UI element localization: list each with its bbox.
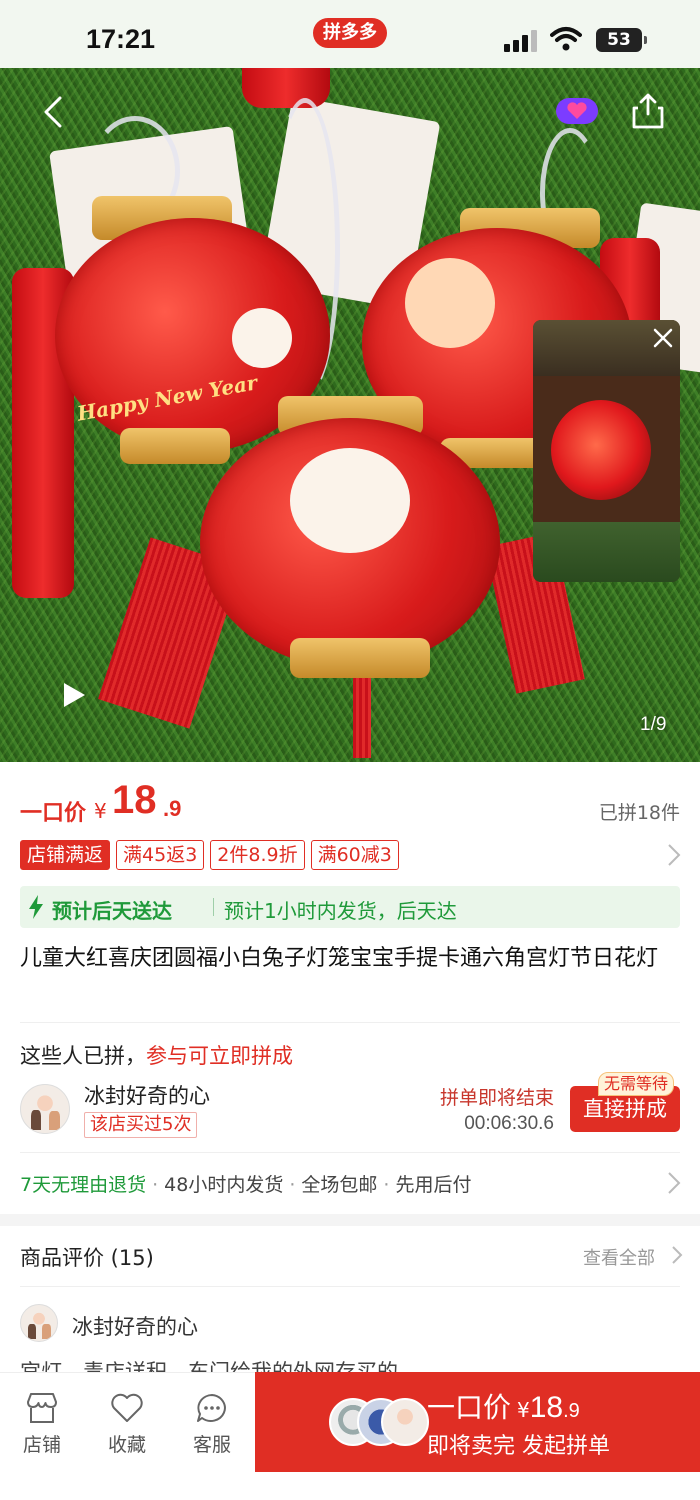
favorite-chip-icon[interactable] — [556, 98, 598, 124]
floating-video-preview[interactable] — [533, 320, 680, 582]
price-currency: ¥ — [94, 799, 107, 823]
service-guarantees[interactable]: 7天无理由退货 · 48小时内发货 · 全场包邮 · 先用后付 — [20, 1170, 471, 1197]
buy-price-decimal: .9 — [563, 1400, 580, 1422]
delivery-sub-text: 预计1小时内发货，后天达 — [224, 899, 457, 923]
shop-icon — [27, 1393, 57, 1423]
buy-price-line: 一口价 ¥18.9 — [427, 1386, 580, 1426]
view-all-reviews-link[interactable]: 查看全部 — [583, 1244, 655, 1270]
share-icon[interactable] — [630, 92, 666, 130]
promo-tag[interactable]: 满60减3 — [310, 840, 399, 870]
heart-icon — [111, 1393, 143, 1422]
group-ending-text: 拼单即将结束 — [439, 1087, 554, 1109]
close-icon[interactable] — [651, 326, 675, 350]
app-badge: 拼多多 — [313, 18, 387, 48]
chevron-right-icon[interactable] — [666, 1170, 682, 1196]
group-avatars — [329, 1398, 429, 1448]
back-icon[interactable] — [36, 94, 72, 130]
promo-tag[interactable]: 满45返3 — [116, 840, 205, 870]
delivery-main-text: 预计后天送达 — [52, 899, 172, 923]
reviews-title: 商品评价 (15) — [20, 1246, 154, 1270]
service-item: 全场包邮 — [301, 1174, 378, 1196]
bought-count-badge: 该店买过5次 — [84, 1112, 198, 1138]
lightning-icon — [29, 895, 43, 919]
group-countdown: 00:06:30.6 — [464, 1113, 554, 1134]
wifi-icon — [550, 27, 582, 51]
avatar — [20, 1304, 58, 1342]
nav-favorite-label: 收藏 — [107, 1434, 146, 1456]
promo-tag[interactable]: 2件8.9折 — [210, 840, 305, 870]
review-user-name: 冰封好奇的心 — [72, 1315, 198, 1339]
start-group-buy-button[interactable]: 一口价 ¥18.9 即将卖完 发起拼单 — [255, 1372, 700, 1472]
chevron-right-icon[interactable] — [666, 842, 682, 868]
status-time: 17:21 — [86, 24, 156, 54]
buy-sub-label: 即将卖完 发起拼单 — [427, 1434, 610, 1459]
price-decimal: .9 — [163, 796, 182, 821]
product-title: 儿童大红喜庆团圆福小白兔子灯笼宝宝手提卡通六角宫灯节日花灯 — [20, 946, 659, 971]
avatar — [20, 1084, 70, 1134]
play-icon[interactable] — [58, 680, 88, 710]
image-page-indicator: 1/9 — [640, 714, 667, 735]
nav-customer-service[interactable]: 客服 — [177, 1392, 247, 1457]
service-item: 7天无理由退货 — [20, 1174, 147, 1196]
buy-price-integer: 18 — [529, 1391, 564, 1424]
buy-price-label: 一口价 — [427, 1391, 512, 1424]
battery-icon: 53 — [596, 28, 647, 52]
sold-count: 已拼18件 — [598, 802, 680, 824]
group-heading-highlight: 参与可立即拼成 — [146, 1044, 293, 1068]
promo-tag-store-rebate[interactable]: 店铺满返 — [20, 840, 111, 870]
nav-shop[interactable]: 店铺 — [7, 1392, 77, 1457]
price-integer: 18 — [112, 778, 157, 822]
service-item: 48小时内发货 — [164, 1174, 284, 1196]
price-label: 一口价 — [20, 801, 87, 826]
nav-service-label: 客服 — [192, 1434, 231, 1456]
group-heading-prefix: 这些人已拼， — [20, 1044, 146, 1068]
group-user-name: 冰封好奇的心 — [84, 1084, 210, 1108]
service-item: 先用后付 — [395, 1174, 472, 1196]
delivery-estimate-bar: 预计后天送达 预计1小时内发货，后天达 — [20, 886, 680, 928]
nav-shop-label: 店铺 — [22, 1434, 61, 1456]
buy-currency: ¥ — [517, 1398, 530, 1422]
group-buy-heading: 这些人已拼，参与可立即拼成 — [20, 1040, 293, 1070]
chat-icon — [197, 1394, 226, 1422]
nav-favorite[interactable]: 收藏 — [92, 1392, 162, 1457]
promo-tags[interactable]: 店铺满返 满45返3 2件8.9折 满60减3 — [20, 840, 399, 870]
chevron-right-icon[interactable] — [670, 1244, 684, 1266]
signal-icon — [504, 30, 538, 52]
no-wait-badge: 无需等待 — [598, 1072, 675, 1096]
status-bar: 17:21 拼多多 53 — [0, 0, 700, 68]
